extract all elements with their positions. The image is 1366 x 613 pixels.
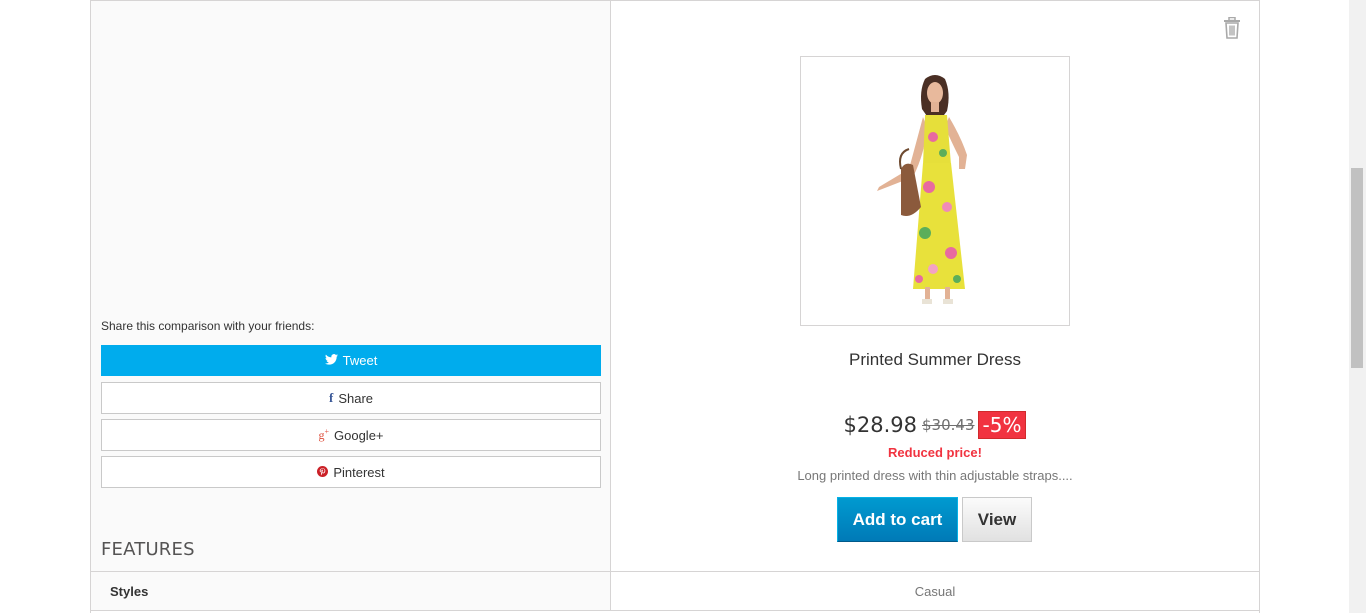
google-plus-label: Google+ xyxy=(334,427,384,443)
product-name[interactable]: Printed Summer Dress xyxy=(611,350,1259,370)
compare-page: Share this comparison with your friends:… xyxy=(0,0,1366,613)
discount-badge: -5% xyxy=(977,411,1027,439)
facebook-icon: f xyxy=(328,390,334,405)
trash-icon[interactable] xyxy=(1223,16,1241,39)
page-scrollbar[interactable] xyxy=(1349,0,1366,613)
product-image[interactable] xyxy=(800,56,1070,326)
old-price: $30.43 xyxy=(922,416,975,434)
price-row: $28.98 $30.43 -5% xyxy=(611,411,1259,439)
feature-value: Casual xyxy=(914,583,956,599)
twitter-icon xyxy=(324,353,338,368)
pinterest-label: Pinterest xyxy=(333,464,385,480)
pinterest-button[interactable]: Pinterest xyxy=(101,456,601,488)
product-comparison-table: Share this comparison with your friends:… xyxy=(90,0,1260,613)
current-price: $28.98 xyxy=(843,413,918,437)
reduced-price-label: Reduced price! xyxy=(888,445,982,460)
scrollbar-thumb[interactable] xyxy=(1351,168,1363,368)
facebook-share-button[interactable]: f Share xyxy=(101,382,601,414)
pinterest-icon xyxy=(317,465,329,480)
features-heading: FEATURES xyxy=(101,539,195,560)
google-plus-button[interactable]: g+ Google+ xyxy=(101,419,601,451)
facebook-share-label: Share xyxy=(338,390,374,406)
product-description: Long printed dress with thin adjustable … xyxy=(797,468,1073,483)
google-plus-icon: g+ xyxy=(318,427,329,442)
share-label: Share this comparison with your friends: xyxy=(101,319,315,333)
feature-row: Styles Casual xyxy=(91,571,1259,611)
feature-name: Styles xyxy=(91,572,611,610)
view-button[interactable]: View xyxy=(962,497,1032,542)
tweet-button[interactable]: Tweet xyxy=(101,345,601,376)
comparison-left-column: Share this comparison with your friends:… xyxy=(91,1,611,571)
add-to-cart-button[interactable]: Add to cart xyxy=(837,497,958,542)
product-column: Printed Summer Dress $28.98 $30.43 -5% R… xyxy=(611,1,1259,571)
tweet-label: Tweet xyxy=(342,353,378,368)
